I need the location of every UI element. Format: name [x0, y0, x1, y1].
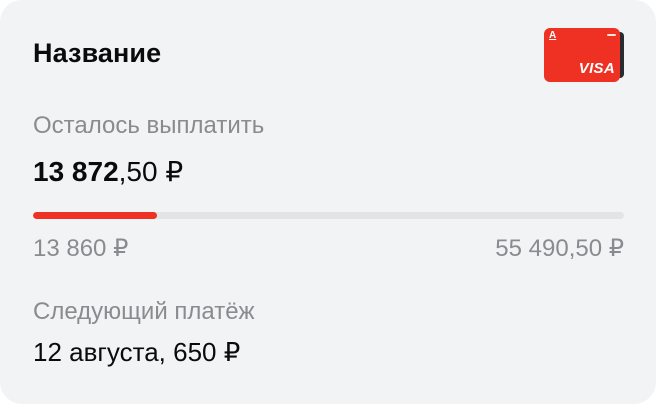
bank-card-front: А VISA [544, 28, 620, 82]
total-amount: 55 490,50 ₽ [495, 235, 624, 262]
repayment-progress-bar [33, 212, 624, 219]
repayment-progress-fill [33, 212, 158, 219]
paid-amount: 13 860 ₽ [33, 235, 129, 262]
bank-card-icon: А VISA [544, 28, 624, 82]
next-payment-value: 12 августа, 650 ₽ [33, 337, 241, 367]
remaining-label: Осталось выплатить [33, 112, 265, 139]
bank-logo: А [549, 30, 557, 41]
remaining-amount: 13 872,50 ₽ [33, 155, 183, 188]
card-chip-mark [607, 34, 616, 36]
card-title: Название [33, 38, 162, 68]
next-payment-label: Следующий платёж [33, 298, 255, 325]
remaining-amount-integer: 13 872 [33, 156, 119, 187]
payment-network-logo: VISA [578, 60, 615, 77]
remaining-amount-fraction: ,50 ₽ [118, 156, 184, 187]
loan-card[interactable]: Название А VISA Осталось выплатить 13 87… [0, 0, 656, 404]
